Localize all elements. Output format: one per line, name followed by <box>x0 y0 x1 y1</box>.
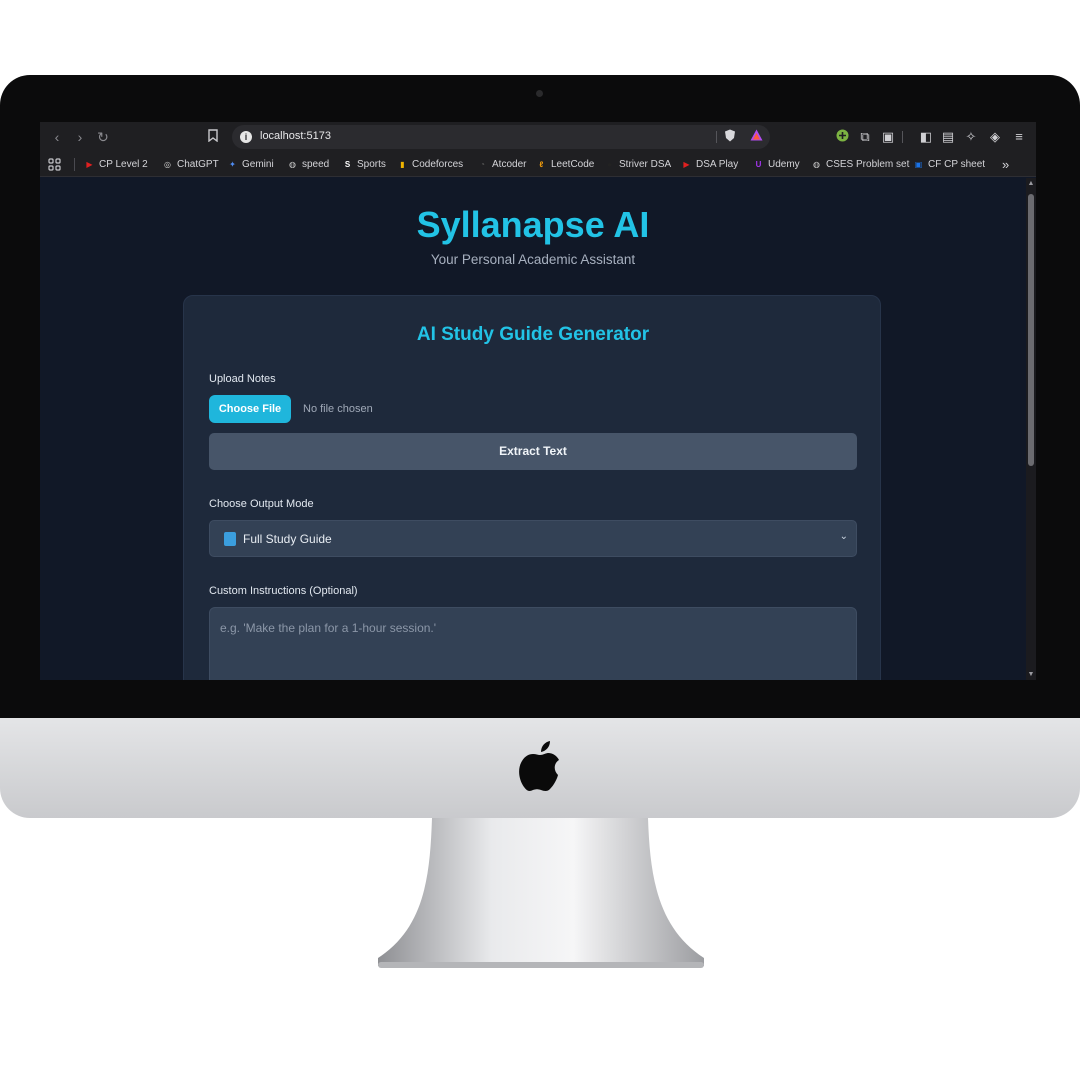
youtube-icon: ▶ <box>683 160 690 169</box>
chevron-down-icon: ⌄ <box>839 531 848 542</box>
bookmark-item[interactable]: ● Striver DSA <box>604 157 671 172</box>
address-bar[interactable]: i localhost:5173 <box>232 125 770 149</box>
imac-mockup: ‹ › ↻ i localhost:5173 ⧉ ▣ ◧ ▤ ✧ ◈ ≡ ▶ C… <box>0 0 1080 1080</box>
bookmark-item[interactable]: ✦ Gemini <box>227 157 274 172</box>
brave-rewards-icon[interactable] <box>748 129 764 145</box>
sidebar-icon[interactable]: ◧ <box>918 129 934 145</box>
apple-logo-icon <box>519 741 559 791</box>
scroll-thumb[interactable] <box>1028 194 1034 466</box>
app-title: Syllanapse AI <box>416 204 650 245</box>
textarea-placeholder: e.g. 'Make the plan for a 1-hour session… <box>220 621 437 635</box>
output-mode-select[interactable]: Full Study Guide ⌄ <box>209 520 857 557</box>
scroll-down-icon[interactable]: ▼ <box>1027 671 1035 678</box>
youtube-icon: ▶ <box>86 160 93 169</box>
divider <box>716 131 717 143</box>
extract-text-button[interactable]: Extract Text <box>209 433 857 470</box>
chatgpt-icon: ◎ <box>164 160 171 169</box>
globe-icon: ◍ <box>289 160 296 169</box>
bookmark-label: DSA Play <box>696 159 739 170</box>
bookmark-item[interactable]: ▶ CP Level 2 <box>84 157 148 172</box>
udemy-icon: U <box>755 160 762 169</box>
bookmark-item[interactable]: ▮ Codeforces <box>397 157 463 172</box>
choose-file-button[interactable]: Choose File <box>209 395 291 423</box>
bookmarks-bar: ▶ CP Level 2 ◎ ChatGPT ✦ Gemini ◍ speed S Sports ▮… <box>40 152 1036 177</box>
book-icon <box>224 532 236 546</box>
bookmark-item[interactable]: ℓ LeetCode <box>536 157 595 172</box>
leetcode-icon: ℓ <box>539 160 544 169</box>
bookmark-label: ChatGPT <box>177 159 219 170</box>
file-status-text: No file chosen <box>303 403 373 415</box>
bookmark-item[interactable]: ▣ CF CP sheet <box>913 157 985 172</box>
bookmark-label: Codeforces <box>412 159 464 170</box>
divider <box>74 158 75 171</box>
monitor-stand <box>378 818 704 968</box>
card-title: AI Study Guide Generator <box>416 324 650 345</box>
site-info-icon[interactable]: i <box>240 131 252 143</box>
forward-icon[interactable]: › <box>71 128 89 146</box>
divider <box>902 131 903 143</box>
brave-shield-icon[interactable] <box>722 129 738 145</box>
sports-icon: S <box>344 160 351 169</box>
back-icon[interactable]: ‹ <box>48 128 66 146</box>
bookmark-label: speed <box>302 159 330 170</box>
cp-sheet-icon: ▣ <box>914 160 923 169</box>
bookmark-item[interactable]: ▶ DSA Play <box>681 157 738 172</box>
vpn-icon[interactable]: ◈ <box>987 129 1003 145</box>
bookmark-label: Sports <box>357 159 386 170</box>
bookmark-label: Udemy <box>768 159 800 170</box>
bookmark-label: CP Level 2 <box>99 159 148 170</box>
bookmark-label: LeetCode <box>551 159 595 170</box>
bookmark-item[interactable]: ◍ CSES Problem set <box>811 157 909 172</box>
atcoder-icon: ◔ <box>480 160 485 169</box>
wallet-icon[interactable]: ▤ <box>940 129 956 145</box>
app-subtitle: Your Personal Academic Assistant <box>430 252 636 267</box>
reload-icon[interactable]: ↻ <box>94 128 112 146</box>
bookmark-item[interactable]: U Udemy <box>753 157 800 172</box>
url-text: localhost:5173 <box>260 130 331 142</box>
bookmark-item[interactable]: S Sports <box>342 157 386 172</box>
browser-toolbar: ‹ › ↻ i localhost:5173 ⧉ ▣ ◧ ▤ ✧ ◈ ≡ <box>40 122 1036 152</box>
extension-green-icon[interactable] <box>834 129 850 145</box>
bookmark-label: CF CP sheet <box>928 159 986 170</box>
bookmark-label: Striver DSA <box>619 159 672 170</box>
more-bookmarks-button[interactable]: » <box>1002 157 1009 172</box>
menu-icon[interactable]: ≡ <box>1011 129 1027 145</box>
scroll-up-icon[interactable]: ▲ <box>1027 180 1035 187</box>
bookmark-item[interactable]: ◍ speed <box>287 157 329 172</box>
bookmark-item[interactable]: ◔ Atcoder <box>477 157 526 172</box>
striver-icon: ● <box>607 160 612 169</box>
screenshot-icon[interactable]: ▣ <box>880 129 896 145</box>
codeforces-icon: ▮ <box>400 160 405 169</box>
globe-icon: ◍ <box>813 160 820 169</box>
apps-grid-icon[interactable] <box>48 157 61 172</box>
bookmark-label: Atcoder <box>492 159 527 170</box>
bookmark-label: CSES Problem set <box>826 159 910 170</box>
app-page: Syllanapse AI Your Personal Academic Ass… <box>40 178 1026 680</box>
page-scrollbar[interactable]: ▲ ▼ <box>1026 178 1036 680</box>
bookmark-item[interactable]: ◎ ChatGPT <box>162 157 219 172</box>
custom-instructions-textarea[interactable]: e.g. 'Make the plan for a 1-hour session… <box>209 607 857 680</box>
output-mode-label: Choose Output Mode <box>209 498 314 510</box>
output-mode-value: Full Study Guide <box>243 532 332 546</box>
custom-instructions-label: Custom Instructions (Optional) <box>209 585 358 597</box>
gemini-icon: ✦ <box>229 160 236 169</box>
leo-ai-icon[interactable]: ✧ <box>963 129 979 145</box>
camera-icon <box>536 90 543 97</box>
extensions-icon[interactable]: ⧉ <box>857 129 873 145</box>
upload-notes-label: Upload Notes <box>209 373 276 385</box>
study-guide-card: AI Study Guide Generator Upload Notes Ch… <box>183 295 881 680</box>
bookmark-icon[interactable] <box>204 128 222 146</box>
browser-window: ‹ › ↻ i localhost:5173 ⧉ ▣ ◧ ▤ ✧ ◈ ≡ ▶ C… <box>40 122 1036 680</box>
bookmark-label: Gemini <box>242 159 274 170</box>
